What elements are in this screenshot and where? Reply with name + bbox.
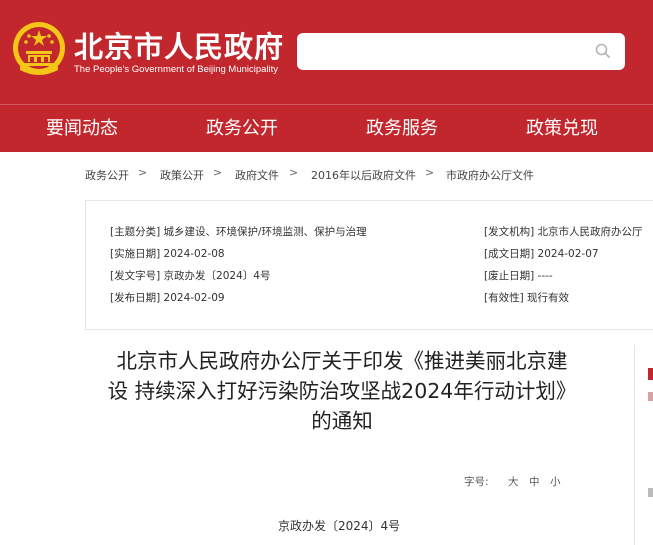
meta-key: [发布日期]: [110, 292, 161, 304]
meta-key: [实施日期]: [110, 248, 161, 260]
site-title[interactable]: 北京市人民政府: [74, 24, 284, 66]
meta-key: [发文机构]: [484, 226, 535, 238]
breadcrumb-item[interactable]: 市政府办公厅文件: [446, 167, 534, 183]
font-size-medium-button[interactable]: 中: [529, 474, 540, 489]
breadcrumb-item[interactable]: 政策公开: [160, 167, 204, 183]
meta-effective-date: [实施日期] 2024-02-08: [110, 246, 225, 261]
breadcrumb-separator: >: [425, 166, 435, 179]
document-number: 京政办发〔2024〕4号: [278, 519, 401, 533]
breadcrumb-separator: >: [138, 166, 148, 179]
breadcrumb-item[interactable]: 2016年以后政府文件: [311, 167, 416, 183]
font-size-large-button[interactable]: 大: [508, 474, 519, 489]
meta-key: [主题分类]: [110, 226, 161, 238]
meta-value: 2024-02-09: [163, 292, 225, 304]
meta-doc-no: [发文字号] 京政办发〔2024〕4号: [110, 268, 270, 283]
sidebar-edge-mark: [648, 392, 653, 401]
nav-item-services[interactable]: 政务服务: [366, 105, 438, 153]
article-title-line: 北京市人民政府办公厅关于印发《推进美丽北京建: [116, 349, 568, 373]
meta-value: 城乡建设、环境保护/环境监测、保护与治理: [163, 226, 367, 238]
nav-item-gov-affairs[interactable]: 政务公开: [206, 105, 278, 153]
meta-value: 现行有效: [527, 292, 570, 304]
national-emblem-icon: [13, 22, 65, 75]
sidebar-divider: [634, 345, 635, 545]
article-title-line: 设 持续深入打好污染防治攻坚战2024年行动计划》: [107, 379, 577, 403]
nav-item-news[interactable]: 要闻动态: [46, 105, 118, 153]
main-nav: 要闻动态 政务公开 政务服务 政策兑现: [0, 104, 653, 152]
search-icon[interactable]: [595, 43, 611, 59]
meta-issuer: [发文机构] 北京市人民政府办公厅: [484, 224, 643, 239]
article-title-line: 的通知: [311, 409, 373, 433]
sidebar-edge-mark: [648, 368, 653, 380]
article-title: 北京市人民政府办公厅关于印发《推进美丽北京建 设 持续深入打好污染防治攻坚战20…: [82, 346, 602, 436]
meta-value: 京政办发〔2024〕4号: [163, 270, 271, 282]
meta-written-date: [成文日期] 2024-02-07: [484, 246, 599, 261]
meta-repeal-date: [废止日期] ----: [484, 268, 553, 283]
meta-value: ----: [537, 270, 553, 282]
document-metadata-panel: [85, 200, 653, 330]
font-size-label: 字号:: [464, 476, 489, 488]
search-input[interactable]: [297, 33, 625, 70]
meta-key: [发文字号]: [110, 270, 161, 282]
breadcrumb-separator: >: [213, 166, 223, 179]
breadcrumb-item[interactable]: 政务公开: [85, 167, 129, 183]
meta-key: [有效性]: [484, 292, 524, 304]
meta-subject: [主题分类] 城乡建设、环境保护/环境监测、保护与治理: [110, 224, 367, 239]
meta-value: 2024-02-07: [537, 248, 599, 260]
sidebar-edge-mark: [648, 488, 653, 497]
font-size-small-button[interactable]: 小: [550, 474, 561, 489]
meta-key: [成文日期]: [484, 248, 535, 260]
breadcrumb-separator: >: [289, 166, 299, 179]
breadcrumb-item[interactable]: 政府文件: [235, 167, 279, 183]
meta-value: 北京市人民政府办公厅: [537, 226, 643, 238]
site-subtitle: The People's Government of Beijing Munic…: [74, 64, 279, 75]
meta-validity: [有效性] 现行有效: [484, 290, 569, 305]
site-header: 北京市人民政府 The People's Government of Beiji…: [0, 0, 653, 104]
meta-value: 2024-02-08: [163, 248, 225, 260]
meta-key: [废止日期]: [484, 270, 535, 282]
meta-publish-date: [发布日期] 2024-02-09: [110, 290, 225, 305]
nav-item-policy[interactable]: 政策兑现: [526, 105, 598, 153]
